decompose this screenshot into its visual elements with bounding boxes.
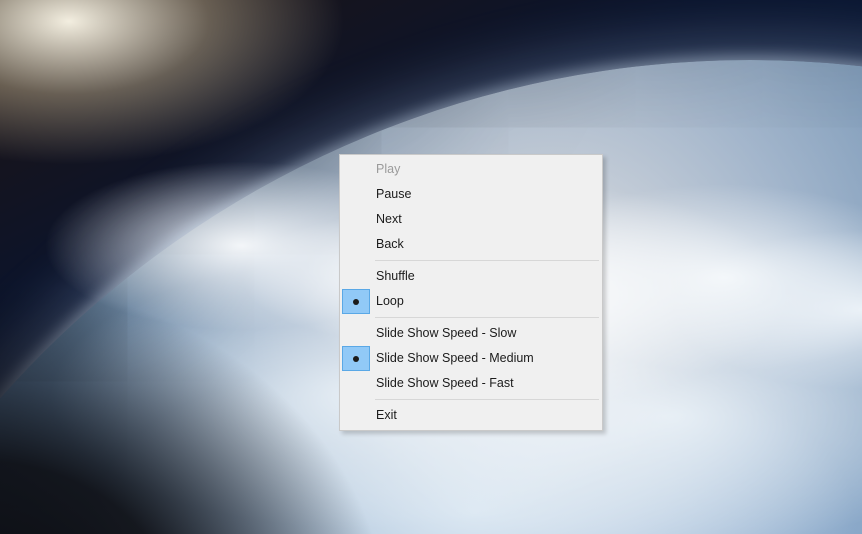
menu-item-next[interactable]: Next (342, 207, 600, 232)
menu-item-pause[interactable]: Pause (342, 182, 600, 207)
menu-check-gutter (342, 371, 370, 396)
radio-checked-icon (342, 346, 370, 371)
menu-item-speed-slow[interactable]: Slide Show Speed - Slow (342, 321, 600, 346)
menu-check-gutter (342, 157, 370, 182)
radio-checked-icon (342, 289, 370, 314)
menu-check-gutter (342, 321, 370, 346)
menu-item-label: Slide Show Speed - Medium (370, 346, 600, 371)
menu-separator (375, 399, 599, 400)
menu-item-label: Play (370, 157, 600, 182)
menu-check-gutter (342, 232, 370, 257)
menu-item-shuffle[interactable]: Shuffle (342, 264, 600, 289)
menu-item-label: Exit (370, 403, 600, 428)
menu-item-label: Back (370, 232, 600, 257)
menu-item-label: Loop (370, 289, 600, 314)
menu-item-loop[interactable]: Loop (342, 289, 600, 314)
menu-item-speed-fast[interactable]: Slide Show Speed - Fast (342, 371, 600, 396)
menu-check-gutter (342, 207, 370, 232)
menu-check-gutter (342, 264, 370, 289)
menu-item-label: Shuffle (370, 264, 600, 289)
menu-separator (375, 260, 599, 261)
menu-separator (375, 317, 599, 318)
menu-item-label: Slide Show Speed - Fast (370, 371, 600, 396)
menu-item-label: Next (370, 207, 600, 232)
menu-item-label: Pause (370, 182, 600, 207)
slideshow-context-menu: Play Pause Next Back Shuffle Loop Slide … (339, 154, 603, 431)
menu-item-label: Slide Show Speed - Slow (370, 321, 600, 346)
menu-check-gutter (342, 403, 370, 428)
menu-check-gutter (342, 182, 370, 207)
menu-item-back[interactable]: Back (342, 232, 600, 257)
menu-item-speed-medium[interactable]: Slide Show Speed - Medium (342, 346, 600, 371)
menu-item-play: Play (342, 157, 600, 182)
menu-item-exit[interactable]: Exit (342, 403, 600, 428)
